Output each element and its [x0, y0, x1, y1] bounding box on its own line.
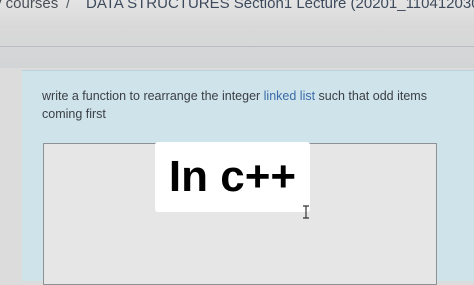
- divider: [0, 46, 474, 47]
- breadcrumb-separator: /: [66, 0, 71, 12]
- question-text: write a function to rearrange the intege…: [42, 87, 462, 123]
- breadcrumb-my-courses[interactable]: y courses: [0, 0, 58, 12]
- breadcrumb: y courses / DATA STRUCTURES Section1 Lec…: [0, 0, 474, 28]
- text-cursor-icon: [303, 205, 309, 219]
- linked-list-link[interactable]: linked list: [264, 89, 315, 103]
- breadcrumb-course[interactable]: DATA STRUCTURES Section1 Lecture (20201_…: [86, 0, 474, 12]
- question-text-start: write a function to rearrange the intege…: [42, 89, 264, 103]
- header-band: [0, 28, 474, 68]
- language-overlay-label: In c++: [155, 142, 310, 212]
